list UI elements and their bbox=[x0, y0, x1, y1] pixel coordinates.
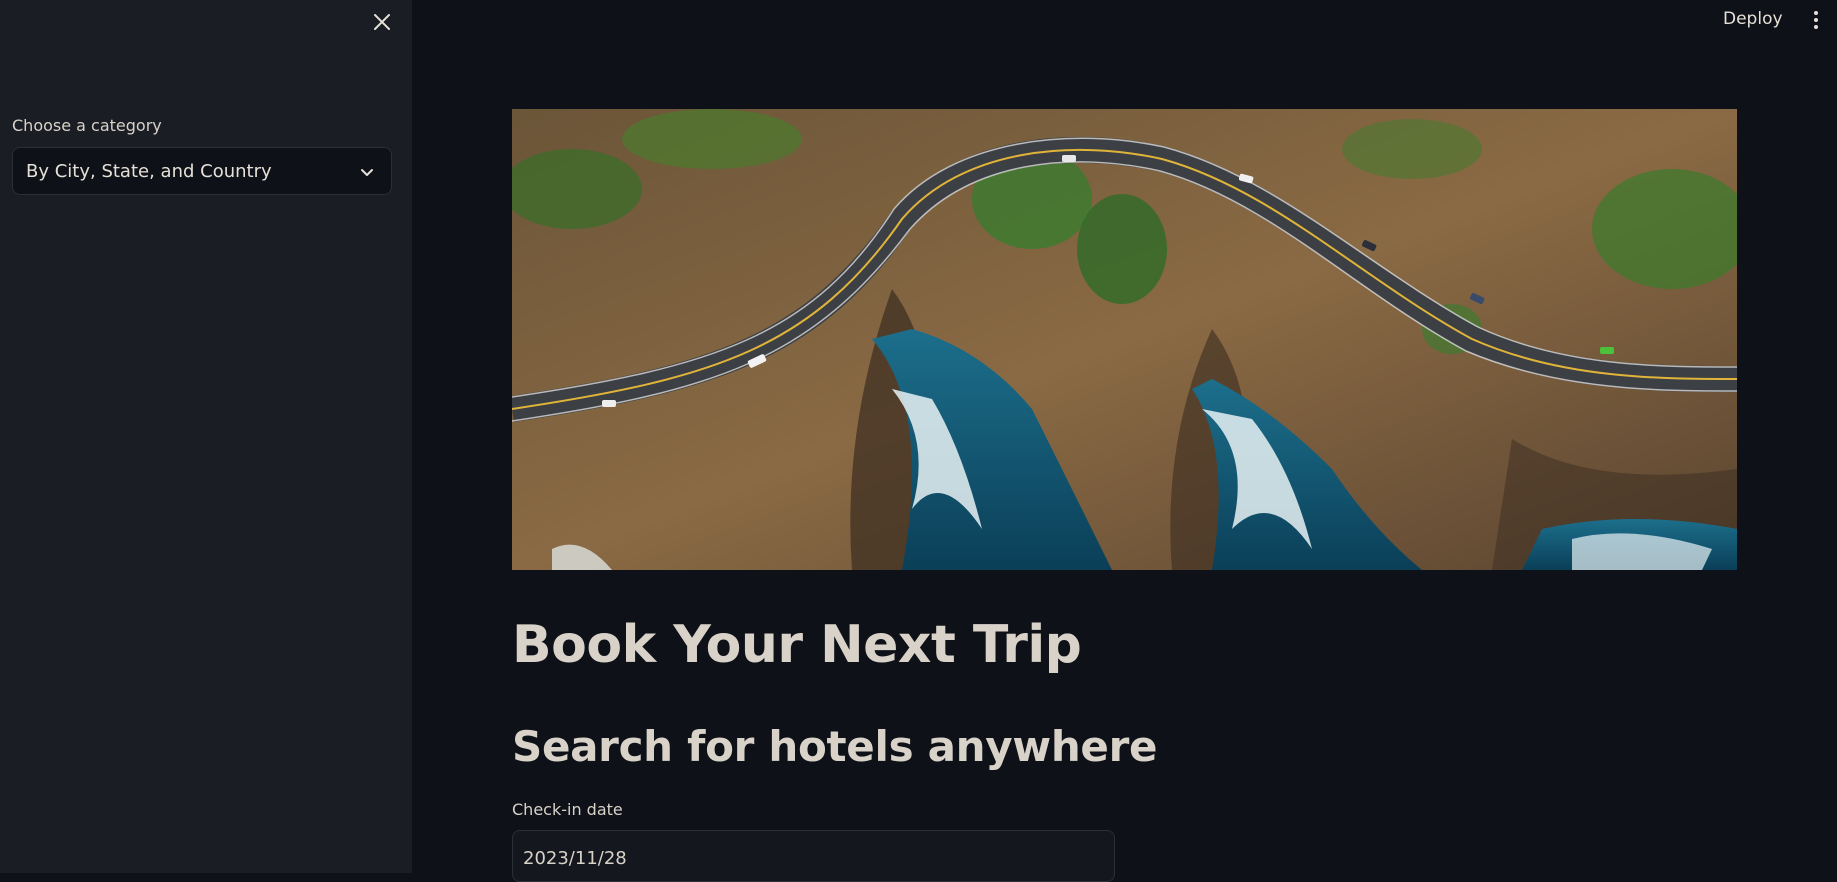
category-select-value: By City, State, and Country bbox=[26, 161, 272, 182]
category-label: Choose a category bbox=[12, 116, 162, 135]
main-menu-button[interactable] bbox=[1808, 8, 1824, 32]
page-title: Book Your Next Trip bbox=[512, 615, 1082, 675]
page-subtitle: Search for hotels anywhere bbox=[512, 722, 1158, 771]
close-sidebar-button[interactable] bbox=[370, 10, 394, 34]
kebab-menu-icon bbox=[1808, 8, 1824, 32]
checkin-date-value: 2023/11/28 bbox=[523, 848, 627, 869]
close-icon bbox=[370, 10, 394, 34]
checkin-date-input[interactable]: 2023/11/28 bbox=[512, 830, 1115, 882]
deploy-button[interactable]: Deploy bbox=[1723, 9, 1783, 29]
sidebar: Choose a category By City, State, and Co… bbox=[0, 0, 412, 873]
checkin-label: Check-in date bbox=[512, 800, 623, 819]
chevron-down-icon bbox=[359, 164, 375, 180]
hero-image bbox=[512, 109, 1737, 570]
category-select[interactable]: By City, State, and Country bbox=[12, 147, 392, 195]
